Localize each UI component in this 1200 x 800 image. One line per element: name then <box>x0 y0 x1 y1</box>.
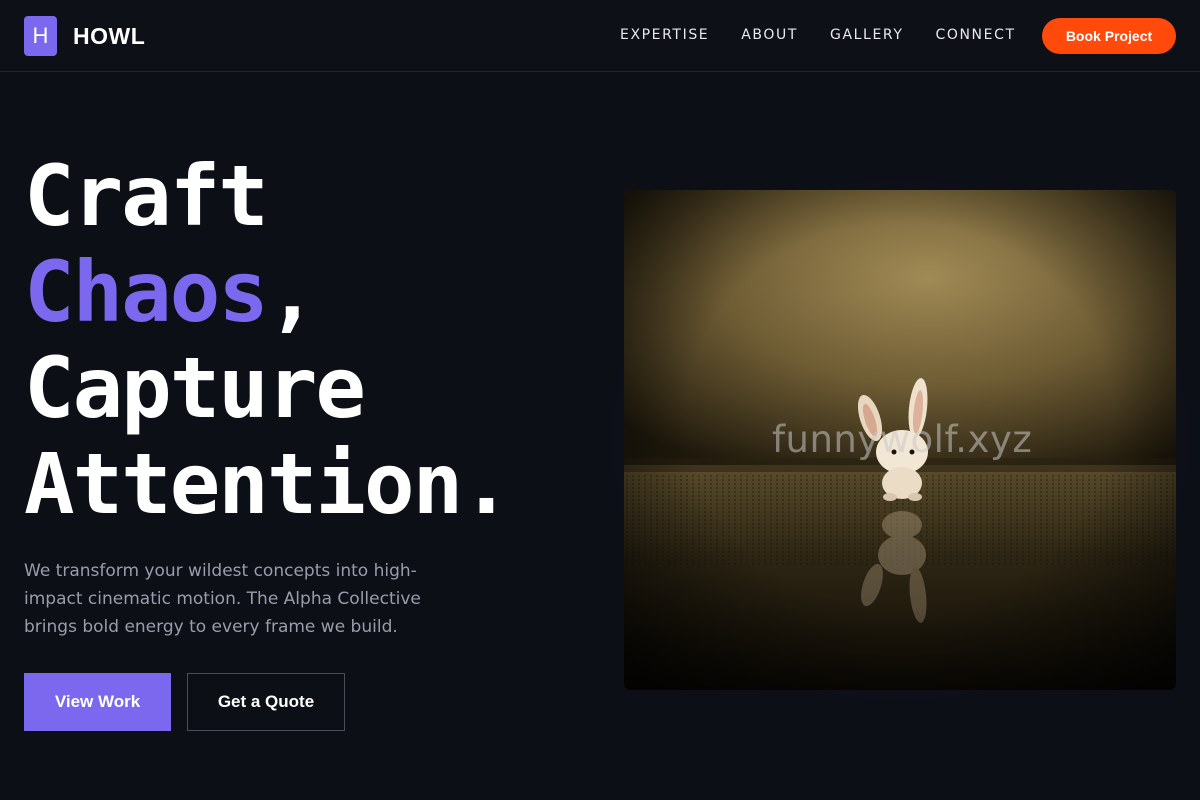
nav-links: EXPERTISE ABOUT GALLERY CONNECT <box>620 27 1048 43</box>
book-project-button[interactable]: Book Project <box>1042 18 1176 54</box>
logo[interactable]: H HOWL <box>24 16 145 56</box>
hero-image: funnywolf.xyz <box>624 190 1176 690</box>
page: H HOWL EXPERTISE ABOUT GALLERY CONNECT B… <box>0 0 1200 800</box>
headline-line-4: Attention. <box>24 435 512 533</box>
headline-comma: , <box>266 243 318 341</box>
hero-headline: Craft Chaos, Capture Attention. <box>24 147 512 533</box>
headline-line-1: Craft <box>24 147 269 245</box>
headline-accent-word: Chaos <box>24 243 269 341</box>
nav-link-expertise[interactable]: EXPERTISE <box>620 27 709 43</box>
nav-link-about[interactable]: ABOUT <box>741 27 798 43</box>
nav-link-connect[interactable]: CONNECT <box>935 27 1015 43</box>
headline-line-3: Capture <box>24 339 366 437</box>
view-work-button[interactable]: View Work <box>24 673 171 731</box>
nav-link-gallery[interactable]: GALLERY <box>830 27 903 43</box>
headline-line-2: Chaos, <box>24 244 510 340</box>
get-a-quote-button[interactable]: Get a Quote <box>187 673 345 731</box>
hero-description: We transform your wildest concepts into … <box>24 561 421 637</box>
brand-name: HOWL <box>73 22 146 49</box>
image-watermark: funnywolf.xyz <box>772 418 1033 461</box>
logo-mark: H <box>24 16 57 56</box>
top-navigation: H HOWL EXPERTISE ABOUT GALLERY CONNECT B… <box>0 0 1200 72</box>
